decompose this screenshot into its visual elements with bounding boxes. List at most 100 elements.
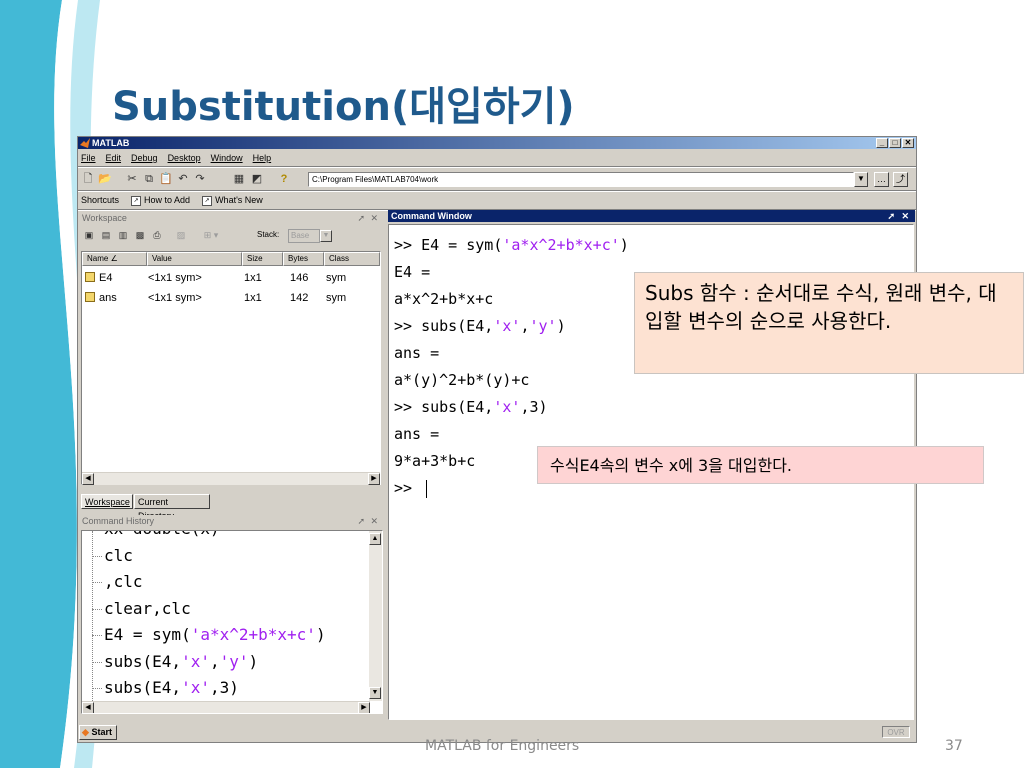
string-literal: 'a*x^2+b*x+c': [502, 236, 620, 254]
close-icon[interactable]: ✕: [370, 515, 378, 527]
menu-window[interactable]: Window: [211, 151, 243, 165]
code-text: ans =: [394, 425, 440, 443]
open-folder-icon[interactable]: 📂: [98, 172, 112, 186]
history-entry[interactable]: ,clc: [104, 572, 143, 592]
scroll-left-icon[interactable]: ◀: [82, 702, 94, 713]
ovr-indicator: OVR: [882, 726, 910, 738]
command-window-header[interactable]: Command Window ➚ ✕: [388, 210, 915, 222]
menu-edit[interactable]: Edit: [106, 151, 122, 165]
subs-callout: Subs 함수 : 순서대로 수식, 원래 변수, 대입할 변수의 순으로 사용…: [634, 272, 1024, 374]
tab-workspace[interactable]: Workspace: [81, 494, 133, 509]
row-bytes: 142: [290, 292, 309, 304]
scroll-right-icon[interactable]: ▶: [368, 473, 380, 485]
save-icon[interactable]: ▩: [134, 229, 146, 241]
start-label: Start: [91, 727, 112, 737]
up-folder-icon[interactable]: ⤴: [893, 172, 908, 187]
code-text: subs(E4,: [104, 678, 182, 697]
history-entry[interactable]: xx=double(x): [104, 531, 220, 539]
string-literal: 'y': [529, 317, 557, 335]
table-row[interactable]: ans <1x1 sym> 1x1 142 sym: [82, 290, 380, 306]
undock-icon[interactable]: ➚: [357, 212, 365, 224]
cut-icon[interactable]: ✂: [125, 172, 139, 186]
scroll-left-icon[interactable]: ◀: [82, 473, 94, 485]
help-icon[interactable]: ?: [277, 172, 291, 186]
column-header-name[interactable]: Name ∠: [82, 252, 147, 266]
close-icon[interactable]: ✕: [370, 212, 378, 224]
history-tree-line: [92, 531, 94, 713]
column-header-size[interactable]: Size: [242, 252, 283, 266]
menu-debug[interactable]: Debug: [131, 151, 158, 165]
minimize-button[interactable]: _: [876, 138, 888, 148]
row-value: <1x1 sym>: [148, 292, 202, 304]
delete-icon[interactable]: ▨: [175, 229, 187, 241]
workspace-header[interactable]: Workspace ➚ ✕: [79, 212, 383, 224]
history-vscrollbar[interactable]: ▲ ▼: [369, 531, 382, 701]
column-header-class[interactable]: Class: [324, 252, 380, 266]
open-selection-icon[interactable]: ▤: [100, 229, 112, 241]
history-entry[interactable]: E4 = sym('a*x^2+b*x+c'): [104, 625, 326, 645]
menu-desktop[interactable]: Desktop: [168, 151, 201, 165]
window-titlebar[interactable]: MATLAB _ □ ✕: [78, 137, 916, 149]
shortcut-whats-new[interactable]: ↗ What's New: [202, 193, 263, 208]
scroll-up-icon[interactable]: ▲: [369, 533, 381, 545]
history-entry[interactable]: clc: [104, 546, 133, 566]
command-history-header[interactable]: Command History ➚ ✕: [79, 515, 383, 527]
history-tree-branch: [92, 688, 102, 690]
command-line: ans =: [394, 343, 439, 363]
shortcuts-bar: Shortcuts ↗ How to Add ↗ What's New: [78, 193, 263, 208]
sym-variable-icon: [85, 272, 95, 282]
shortcut-how-to-add[interactable]: ↗ How to Add: [131, 193, 190, 208]
row-size: 1x1: [244, 272, 262, 284]
new-file-icon[interactable]: 🗋: [81, 172, 95, 186]
history-entry[interactable]: subs(E4,'x',3): [104, 678, 239, 698]
simulink-icon[interactable]: ▦: [232, 172, 246, 186]
load-data-icon[interactable]: ▥: [117, 229, 129, 241]
redo-icon[interactable]: ↷: [193, 172, 207, 186]
code-text: ,clc: [104, 572, 143, 591]
shortcuts-label[interactable]: Shortcuts: [81, 193, 119, 208]
matlab-logo-icon: [80, 138, 90, 148]
new-variable-icon[interactable]: ▣: [83, 229, 95, 241]
history-tree-branch: [92, 530, 102, 531]
string-literal: 'a*x^2+b*x+c': [190, 625, 316, 644]
main-toolbar: 🗋 📂 ✂ ⧉ 📋 ↶ ↷ ▦ ◩ ? C:\Program Files\MAT…: [78, 168, 916, 190]
undock-icon[interactable]: ➚: [357, 515, 365, 527]
menu-help[interactable]: Help: [253, 151, 272, 165]
chevron-down-icon[interactable]: ▼: [320, 230, 332, 242]
undo-icon[interactable]: ↶: [176, 172, 190, 186]
close-button[interactable]: ✕: [902, 138, 914, 148]
text-cursor: [426, 479, 428, 498]
matlab-logo-icon: ◆: [82, 727, 89, 737]
workspace-hscrollbar[interactable]: ◀ ▶: [82, 472, 380, 485]
close-icon[interactable]: ✕: [901, 210, 909, 222]
history-entry[interactable]: clear,clc: [104, 599, 191, 619]
menu-file[interactable]: File: [81, 151, 96, 165]
code-text: ): [556, 317, 566, 335]
history-tree-branch: [92, 661, 102, 664]
column-header-bytes[interactable]: Bytes: [283, 252, 324, 266]
scroll-right-icon[interactable]: ▶: [358, 702, 370, 713]
start-button[interactable]: ◆ Start: [79, 725, 117, 740]
code-text: E4 =: [394, 263, 431, 281]
history-hscrollbar[interactable]: ◀ ▶: [82, 701, 370, 713]
paste-icon[interactable]: 📋: [159, 172, 173, 186]
browse-button[interactable]: …: [874, 172, 889, 187]
code-text: ,3): [520, 398, 548, 416]
column-header-value[interactable]: Value: [147, 252, 242, 266]
maximize-button[interactable]: □: [889, 138, 901, 148]
undock-icon[interactable]: ➚: [887, 210, 895, 222]
substitute-callout: 수식E4속의 변수 x에 3을 대입한다.: [537, 446, 984, 484]
print-icon[interactable]: ⎙: [151, 229, 163, 241]
copy-icon[interactable]: ⧉: [142, 172, 156, 186]
table-row[interactable]: E4 <1x1 sym> 1x1 146 sym: [82, 270, 380, 286]
guide-icon[interactable]: ◩: [250, 172, 264, 186]
stack-select[interactable]: Base: [288, 229, 320, 243]
history-entry[interactable]: subs(E4,'x','y'): [104, 652, 258, 672]
scroll-down-icon[interactable]: ▼: [369, 687, 381, 699]
workspace-title: Workspace: [82, 213, 127, 223]
command-window-title: Command Window: [391, 211, 472, 221]
plot-selection-icon[interactable]: ⊞ ▾: [196, 229, 226, 241]
chevron-down-icon[interactable]: ▼: [854, 172, 868, 187]
current-directory-field[interactable]: C:\Program Files\MATLAB704\work: [308, 172, 854, 187]
tab-current-directory[interactable]: Current Directory: [134, 494, 210, 521]
